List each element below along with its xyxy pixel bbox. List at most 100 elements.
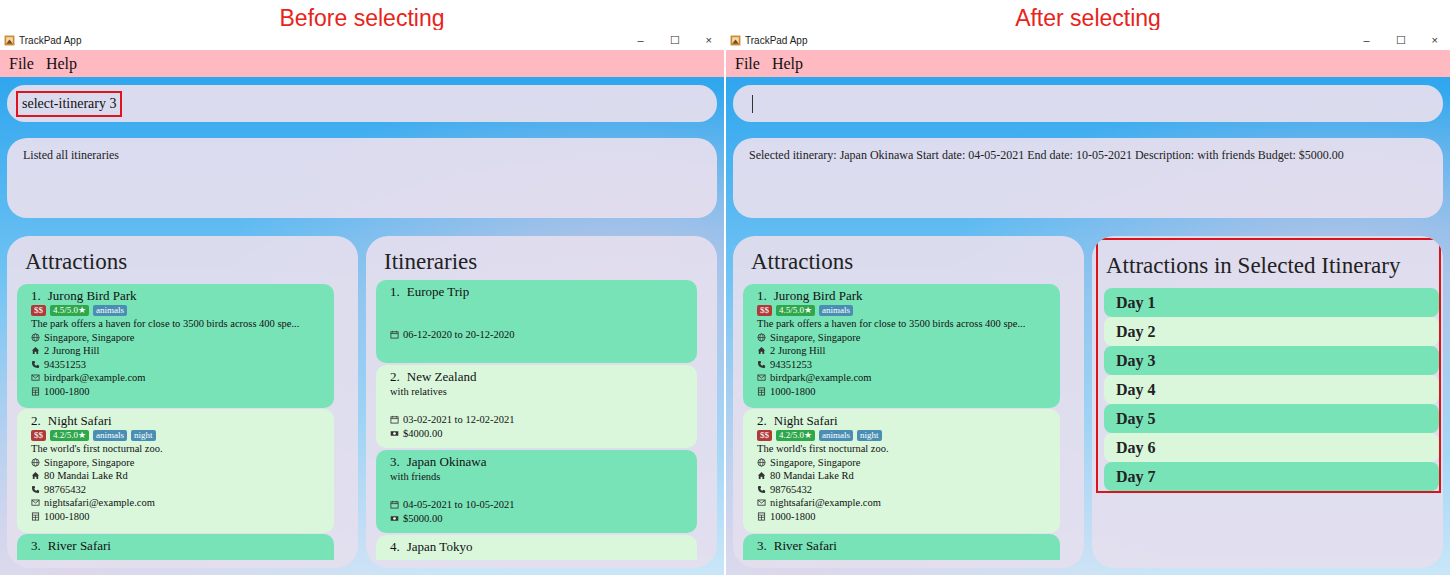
attractions-panel: Attractions1.Jurong Bird Park$$4.5/5.0★a…	[7, 236, 358, 568]
menu-item[interactable]: File	[735, 55, 760, 73]
card-title: 3.River Safari	[31, 538, 324, 554]
tag-badge: animals	[819, 430, 853, 441]
result-box: Listed all itineraries	[7, 138, 717, 218]
text-caret	[752, 95, 753, 113]
itinerary-card[interactable]: 2.New Zealandwith relatives03-02-2021 to…	[376, 365, 697, 448]
price-badge: $$	[31, 305, 46, 316]
envelope-icon	[31, 498, 40, 507]
card-index: 1.	[390, 284, 400, 300]
card-title: 2.Night Safari	[31, 413, 324, 429]
result-text: Selected itinerary: Japan Okinawa Start …	[749, 148, 1344, 162]
description: The park offers a haven for close to 350…	[31, 317, 324, 331]
window-controls: – ☐ ×	[637, 34, 720, 47]
window-control-button[interactable]: ☐	[1396, 34, 1406, 47]
card-index: 2.	[757, 413, 767, 429]
calendar-icon	[390, 415, 399, 424]
day-row[interactable]: Day 7	[1104, 462, 1439, 491]
card-title: 2. New Zealand	[390, 369, 687, 385]
card-title: 2.Night Safari	[757, 413, 1050, 429]
card-name: Jurong Bird Park	[774, 288, 863, 304]
window-control-button[interactable]: –	[1363, 34, 1369, 47]
card-title: 3. Japan Okinawa	[390, 454, 687, 470]
app-body: Selected itinerary: Japan Okinawa Start …	[726, 77, 1450, 575]
command-box[interactable]: select-itinerary 3	[7, 85, 717, 122]
command-box[interactable]	[733, 85, 1443, 122]
app-window-column: After selectingTrackPad App–☐×FileHelpSe…	[726, 0, 1450, 575]
card-index: 2.	[31, 413, 41, 429]
address-row: 80 Mandai Lake Rd	[31, 469, 324, 483]
window-control-button[interactable]: ×	[706, 34, 712, 47]
day-row[interactable]: Day 2	[1104, 317, 1439, 346]
envelope-icon	[757, 373, 766, 382]
day-row[interactable]: Day 4	[1104, 375, 1439, 404]
hours-row: 1000-1800	[31, 510, 324, 524]
day-row[interactable]: Day 6	[1104, 433, 1439, 462]
phone-icon	[757, 485, 766, 494]
card-index: 1.	[757, 288, 767, 304]
attraction-card[interactable]: 1.Jurong Bird Park$$4.5/5.0★animalsThe p…	[743, 284, 1060, 408]
result-text: Listed all itineraries	[23, 148, 119, 162]
itinerary-card[interactable]: 1.Europe Trip06-12-2020 to 20-12-2020	[376, 280, 697, 363]
comparison-page: Before selectingTrackPad App–☐×FileHelps…	[0, 0, 1450, 575]
rating-badge: 4.2/5.0★	[776, 430, 815, 441]
attraction-card[interactable]: 2.Night Safari$$4.2/5.0★animalsnightThe …	[743, 409, 1060, 533]
card-index: 2.	[390, 369, 400, 385]
card-title: 3.River Safari	[757, 538, 1050, 554]
itinerary-card[interactable]: 3.Japan Okinawawith friends04-05-2021 to…	[376, 450, 697, 533]
menu-item[interactable]: Help	[772, 55, 803, 73]
window-control-button[interactable]: ☐	[670, 34, 680, 47]
menu-item[interactable]: File	[9, 55, 34, 73]
day-row[interactable]: Day 3	[1104, 346, 1439, 375]
window-controls: – ☐ ×	[1363, 34, 1446, 47]
day-row[interactable]: Day 5	[1104, 404, 1439, 433]
attraction-card[interactable]: 1.Jurong Bird Park$$4.5/5.0★animalsThe p…	[17, 284, 334, 408]
home-icon	[757, 346, 766, 355]
tag-badge: night	[131, 430, 156, 441]
attraction-card[interactable]: 3.River Safari	[743, 534, 1060, 560]
attraction-card[interactable]: 3.River Safari	[17, 534, 334, 560]
card-title: 1.Europe Trip	[390, 284, 687, 300]
window-control-button[interactable]: –	[637, 34, 643, 47]
rating-badge: 4.5/5.0★	[776, 305, 815, 316]
card-name: New Zealand	[407, 369, 477, 385]
card-name: Japan Okinawa	[407, 454, 487, 470]
envelope-icon	[757, 498, 766, 507]
home-icon	[31, 346, 40, 355]
menu-bar: File Help	[726, 50, 1450, 77]
itinerary-list: 1.Europe Trip06-12-2020 to 20-12-2020 2. N…	[376, 280, 707, 560]
attraction-card[interactable]: 2.Night Safari$$4.2/5.0★animalsnightThe …	[17, 409, 334, 533]
description	[390, 555, 687, 560]
menu-item[interactable]: Help	[46, 55, 77, 73]
window-control-button[interactable]: ×	[1432, 34, 1438, 47]
location-row: Singapore, Singapore	[757, 456, 1050, 470]
card-index: 4.	[390, 539, 400, 555]
price-badge: $$	[757, 430, 772, 441]
calendar-icon	[390, 330, 399, 339]
money-icon	[390, 429, 399, 438]
day-row[interactable]: Day 1	[1104, 288, 1439, 317]
hours-icon	[31, 387, 40, 396]
selected-itinerary-panel: Attractions in Selected ItineraryDay 1Da…	[1092, 236, 1443, 568]
app-window-column: Before selectingTrackPad App–☐×FileHelps…	[0, 0, 724, 575]
card-title: 1.Jurong Bird Park	[31, 288, 324, 304]
location-row: Singapore, Singapore	[31, 456, 324, 470]
home-icon	[31, 471, 40, 480]
dates-row: 03-02-2021 to 12-02-2021	[390, 413, 687, 427]
app-logo-icon	[730, 35, 741, 46]
card-index: 3.	[390, 454, 400, 470]
card-title: 4.Japan Tokyo	[390, 539, 687, 555]
email-row: birdpark@example.com	[757, 371, 1050, 385]
calendar-icon	[390, 500, 399, 509]
location-row: Singapore, Singapore	[757, 331, 1050, 345]
phone-row: 98765432	[31, 483, 324, 497]
badge-row: $$4.2/5.0★animalsnight	[757, 430, 1050, 441]
description: The world's first nocturnal zoo.	[31, 442, 324, 456]
itineraries-panel: Itineraries1.Europe Trip06-12-2020 to 20…	[366, 236, 717, 568]
card-title: 1. Jurong Bird Park	[757, 288, 1050, 304]
itinerary-card[interactable]: 4.Japan Tokyo	[376, 535, 697, 560]
badge-row: $$4.5/5.0★animals	[757, 305, 1050, 316]
hours-icon	[757, 512, 766, 521]
globe-icon	[757, 458, 766, 467]
hours-row: 1000-1800	[31, 385, 324, 399]
